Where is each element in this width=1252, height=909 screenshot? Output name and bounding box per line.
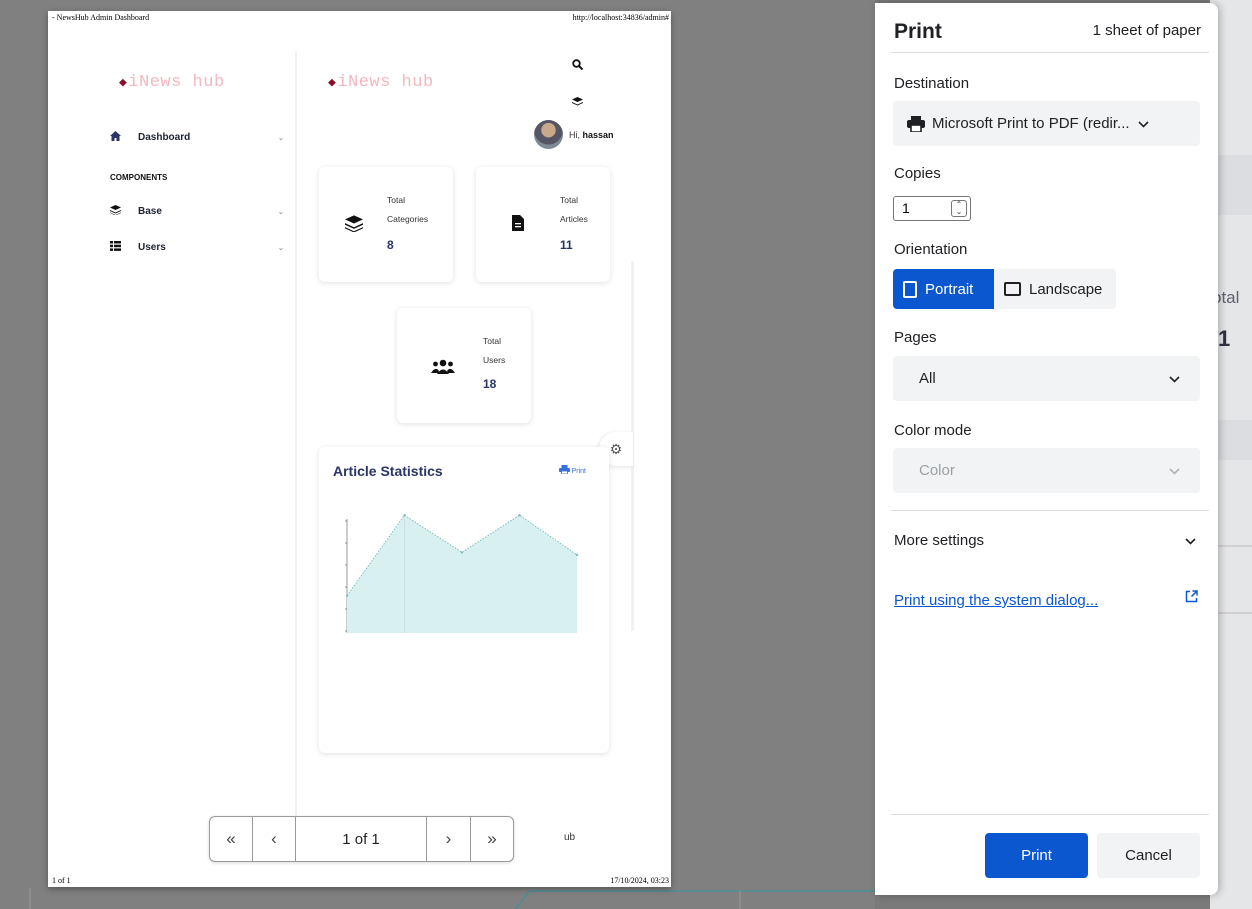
stat-label: Total xyxy=(483,336,501,346)
divider xyxy=(891,814,1209,815)
search-icon[interactable] xyxy=(572,59,584,73)
divider xyxy=(891,510,1209,511)
orientation-label: Orientation xyxy=(894,241,968,258)
print-settings-panel: Print 1 sheet of paper Destination Micro… xyxy=(875,3,1218,895)
stat-label: Articles xyxy=(560,214,588,224)
data-point xyxy=(575,553,579,557)
chevron-down-icon xyxy=(1137,117,1149,131)
printer-icon xyxy=(907,115,925,132)
stat-label: Total xyxy=(560,195,578,205)
pages-label: Pages xyxy=(894,329,937,346)
stat-label: Users xyxy=(483,355,506,365)
avatar[interactable] xyxy=(534,120,563,149)
chevron-down-icon xyxy=(1169,372,1180,386)
destination-select[interactable]: Microsoft Print to PDF (redir... xyxy=(893,101,1200,146)
landscape-page-icon xyxy=(1004,282,1021,296)
stat-value: 8 xyxy=(387,238,394,252)
destination-value: Microsoft Print to PDF (redir... xyxy=(932,115,1130,132)
data-point xyxy=(403,514,406,517)
article-statistics-card: Article Statistics Print xyxy=(319,447,609,753)
last-page-button[interactable]: » xyxy=(470,817,513,861)
landscape-button[interactable]: Landscape xyxy=(994,269,1116,309)
sidebar-item-label: Dashboard xyxy=(138,132,191,143)
preview-pager: « ‹ 1 of 1 › » xyxy=(209,816,514,862)
list-icon xyxy=(110,241,122,254)
system-dialog-link[interactable]: Print using the system dialog... xyxy=(894,592,1098,609)
stat-value: 18 xyxy=(483,377,497,391)
open-in-new-icon[interactable] xyxy=(1185,590,1198,606)
print-dialog-title: Print xyxy=(894,20,942,43)
diamond-icon: ◆ xyxy=(119,75,128,90)
chevron-down-icon: ⌄ xyxy=(278,208,284,216)
sidebar-item-base[interactable]: Base ⌄ xyxy=(110,205,284,218)
sidebar-logo: ◆iNews hub xyxy=(119,73,225,92)
page-header-title: - NewsHub Admin Dashboard xyxy=(52,13,150,22)
area-series xyxy=(347,515,577,633)
home-icon xyxy=(110,131,122,144)
sidebar-divider xyxy=(295,51,297,841)
print-preview-page[interactable]: - NewsHub Admin Dashboard http://localho… xyxy=(48,11,671,887)
data-point xyxy=(345,594,349,597)
sidebar-item-users[interactable]: Users ⌄ xyxy=(110,241,284,254)
color-mode-select[interactable]: Color xyxy=(893,448,1200,493)
chart-title: Article Statistics xyxy=(333,463,443,479)
copies-label: Copies xyxy=(894,165,941,182)
user-greeting: Hi, hassan xyxy=(569,130,614,140)
color-mode-label: Color mode xyxy=(894,422,972,439)
copies-stepper[interactable]: ⌃ ⌄ xyxy=(951,200,967,217)
next-page-button[interactable]: › xyxy=(427,817,470,861)
layers-icon xyxy=(345,215,363,237)
page-indicator: 1 of 1 xyxy=(296,817,427,861)
sidebar-item-label: Users xyxy=(138,242,166,253)
sidebar-section-label: COMPONENTS xyxy=(110,173,168,182)
destination-label: Destination xyxy=(894,75,970,92)
layers-icon xyxy=(110,205,122,218)
page-header-url: http://localhost:34836/admin# xyxy=(572,13,669,22)
pages-select[interactable]: All xyxy=(893,356,1200,401)
stat-card-users: Total Users 18 xyxy=(397,308,531,423)
stat-card-articles: Total Articles 11 xyxy=(476,167,610,282)
stat-label: Total xyxy=(387,195,405,205)
chevron-down-icon xyxy=(1169,464,1180,478)
backdrop-lines xyxy=(29,888,875,909)
portrait-button[interactable]: Portrait xyxy=(893,269,994,309)
cancel-button[interactable]: Cancel xyxy=(1097,833,1200,878)
chart-print-button[interactable]: Print xyxy=(558,465,586,475)
print-button[interactable]: Print xyxy=(985,833,1088,878)
stat-label: Categories xyxy=(387,214,429,224)
data-point xyxy=(518,514,521,517)
header-logo: ◆iNews hub xyxy=(328,73,434,92)
stat-card-categories: Total Categories 8 xyxy=(319,167,453,282)
chevron-down-icon: ⌄ xyxy=(278,134,284,142)
sidebar-item-label: Base xyxy=(138,206,162,217)
page-footer-date: 17/10/2024, 03:23 xyxy=(610,876,669,885)
page-footer-number: 1 of 1 xyxy=(52,876,71,885)
chevron-down-icon: ⌄ xyxy=(278,244,284,252)
layers-icon[interactable] xyxy=(572,96,583,110)
previous-page-button[interactable]: ‹ xyxy=(253,817,296,861)
copies-input[interactable]: 1 ⌃ ⌄ xyxy=(893,196,971,221)
data-point xyxy=(460,551,464,554)
portrait-page-icon xyxy=(903,280,917,298)
more-settings-toggle[interactable]: More settings xyxy=(894,532,984,549)
diamond-icon: ◆ xyxy=(328,75,337,90)
file-icon xyxy=(512,215,524,236)
stat-value: 11 xyxy=(560,238,573,252)
divider xyxy=(891,52,1209,53)
chevron-down-icon[interactable] xyxy=(1185,534,1196,548)
article-statistics-chart xyxy=(345,514,579,633)
sheet-count: 1 sheet of paper xyxy=(1092,22,1201,39)
first-page-button[interactable]: « xyxy=(210,817,253,861)
users-icon xyxy=(431,358,455,379)
footer-partial-text: ub xyxy=(564,832,576,843)
sidebar-item-dashboard[interactable]: Dashboard ⌄ xyxy=(110,131,284,144)
